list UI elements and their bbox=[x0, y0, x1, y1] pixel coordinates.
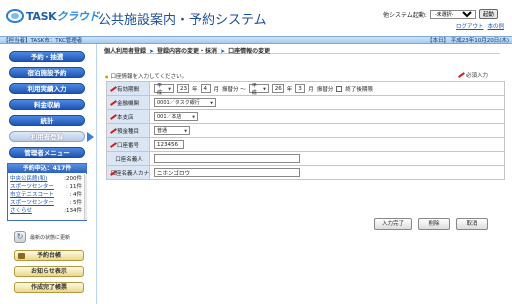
task-cloud-logo: TASKクラウド bbox=[6, 8, 100, 24]
logo-accent-text: クラウド bbox=[56, 10, 100, 23]
sidebar: 予約・抽選 宿泊施設予約 利用実績入力 料金収納 統計 利用者登録 管理者メニュ… bbox=[0, 44, 97, 304]
launcher-label: 他システム起動: bbox=[383, 11, 427, 19]
notice-display-button[interactable]: お知らせ表示 bbox=[14, 266, 84, 277]
pending-scrollbar[interactable] bbox=[84, 174, 87, 220]
logo-icon bbox=[6, 9, 24, 23]
era-from-select[interactable]: 平成 bbox=[154, 83, 174, 96]
completed-reports-button[interactable]: 作成完了帳票 bbox=[14, 282, 84, 293]
list-item[interactable]: 市立テニスコート: 4件 bbox=[10, 191, 82, 199]
era-to-select[interactable]: 平成 bbox=[248, 83, 269, 96]
required-pen-icon bbox=[457, 72, 465, 78]
operator-info: 【担当者】TASK市：TKC管理者 bbox=[3, 38, 83, 44]
holder-name-label: 口座名義人 bbox=[106, 152, 150, 165]
row-period: 有効期間 平成 23 年 4 月 振替分 ～ 平成 26 年 3 月 振替分 終… bbox=[106, 82, 505, 96]
active-arrow-icon bbox=[87, 132, 94, 142]
required-pen-icon bbox=[109, 170, 110, 176]
top-links: ログアウト 本の例 bbox=[456, 22, 504, 30]
end-period-label: 終了後期限 bbox=[345, 86, 373, 93]
breadcrumb-item: 登録内容の変更・抹消 bbox=[157, 48, 218, 55]
menu-usage-input[interactable]: 利用実績入力 bbox=[9, 83, 85, 94]
refresh-label: 最新の状態に更新 bbox=[30, 234, 71, 241]
logo-main-text: TASK bbox=[26, 10, 57, 23]
breadcrumb-item: 個人利用者登録 bbox=[104, 48, 147, 55]
instruction-text: 口座情報を入力してください。 bbox=[105, 72, 188, 80]
list-item[interactable]: スポーツセンター: 5件 bbox=[10, 199, 82, 207]
end-period-checkbox[interactable] bbox=[336, 85, 343, 92]
bank-select[interactable]: 0001／タスク銀行 bbox=[154, 98, 216, 107]
row-holder-kana: 口座名義人カナ ニホンゴロウ bbox=[106, 166, 505, 180]
cancel-button[interactable]: 取消 bbox=[456, 218, 488, 230]
required-pen-icon bbox=[109, 128, 117, 134]
system-title: 公共施設案内・予約システム bbox=[98, 13, 267, 28]
required-pen-icon bbox=[109, 142, 117, 148]
menu-lodging-reservation[interactable]: 宿泊施設予約 bbox=[9, 67, 85, 78]
breadcrumb-item: 口座情報の変更 bbox=[228, 48, 271, 55]
help-link[interactable]: 本の例 bbox=[488, 22, 505, 30]
input-complete-button[interactable]: 入力完了 bbox=[374, 218, 412, 230]
refresh-icon[interactable]: ↻ bbox=[14, 231, 26, 243]
menu-admin[interactable]: 管理者メニュー bbox=[9, 147, 85, 158]
month-from-input[interactable]: 4 bbox=[200, 84, 211, 93]
app-header: TASKクラウド 公共施設案内・予約システム 他システム起動: -未選択- 起動… bbox=[0, 0, 512, 36]
book-icon bbox=[18, 253, 25, 259]
breadcrumb-arrow-icon: ➤ bbox=[220, 48, 226, 55]
refresh-control[interactable]: ↻ 最新の状態に更新 bbox=[14, 231, 70, 243]
month-to-input[interactable]: 3 bbox=[295, 84, 306, 93]
account-number-input[interactable]: 123456 bbox=[154, 140, 184, 149]
delete-button[interactable]: 削除 bbox=[418, 218, 450, 230]
logout-link[interactable]: ログアウト bbox=[456, 22, 484, 30]
holder-kana-input[interactable]: ニホンゴロウ bbox=[154, 168, 300, 177]
holder-name-input[interactable] bbox=[154, 154, 300, 163]
menu-fee-collection[interactable]: 料金収納 bbox=[9, 99, 85, 110]
breadcrumb-arrow-icon: ➤ bbox=[149, 48, 155, 55]
breadcrumb: 個人利用者登録 ➤ 登録内容の変更・抹消 ➤ 口座情報の変更 bbox=[104, 46, 500, 55]
account-form: 有効期間 平成 23 年 4 月 振替分 ～ 平成 26 年 3 月 振替分 終… bbox=[106, 81, 505, 180]
period-label: 有効期間 bbox=[117, 86, 140, 93]
system-launcher: 他システム起動: -未選択- 起動 bbox=[383, 9, 498, 19]
required-pen-icon bbox=[109, 86, 117, 92]
launcher-select[interactable]: -未選択- bbox=[429, 9, 476, 19]
year-to-input[interactable]: 26 bbox=[271, 84, 284, 93]
menu-statistics[interactable]: 統計 bbox=[9, 115, 85, 126]
required-pen-icon bbox=[109, 100, 117, 106]
list-item[interactable]: さくらせ:134件 bbox=[10, 207, 82, 215]
list-item[interactable]: スポーツセンター: 11件 bbox=[10, 183, 82, 191]
year-from-input[interactable]: 23 bbox=[177, 84, 189, 93]
main-content: 個人利用者登録➤登録内容の変更・抹消➤口座情報の変更 口座情報を入力してください… bbox=[100, 44, 512, 304]
row-bank: 金融機関 0001／タスク銀行 bbox=[106, 96, 505, 110]
pending-title: 予約申込：417件 bbox=[8, 164, 86, 173]
branch-select[interactable]: 001／本店 bbox=[154, 112, 198, 121]
row-branch: 本支店 001／本店 bbox=[106, 110, 505, 124]
menu-reservation-lottery[interactable]: 予約・抽選 bbox=[9, 51, 85, 62]
row-holder-name: 口座名義人 bbox=[106, 152, 505, 166]
reservation-ledger-button[interactable]: 予約台帳 bbox=[14, 250, 84, 261]
info-bar: 【担当者】TASK市：TKC管理者 【本日】 平成23年10月20日(木) bbox=[0, 36, 512, 44]
today-date: 【本日】 平成23年10月20日(木) bbox=[426, 38, 509, 44]
required-legend: 必須入力 bbox=[457, 71, 488, 79]
row-account-type: 預金種目 普通 bbox=[106, 124, 505, 138]
account-type-select[interactable]: 普通 bbox=[154, 126, 190, 135]
menu-user-registration[interactable]: 利用者登録 bbox=[9, 131, 85, 142]
list-item[interactable]: 中央公民館(和):200件 bbox=[10, 175, 82, 183]
pending-list: 中央公民館(和):200件 スポーツセンター: 11件 市立テニスコート: 4件… bbox=[10, 175, 82, 215]
pending-requests-panel: 予約申込：417件 中央公民館(和):200件 スポーツセンター: 11件 市立… bbox=[7, 163, 87, 221]
row-account-number: 口座番号 123456 bbox=[106, 138, 505, 152]
launch-button[interactable]: 起動 bbox=[478, 9, 498, 19]
required-pen-icon bbox=[109, 114, 117, 120]
